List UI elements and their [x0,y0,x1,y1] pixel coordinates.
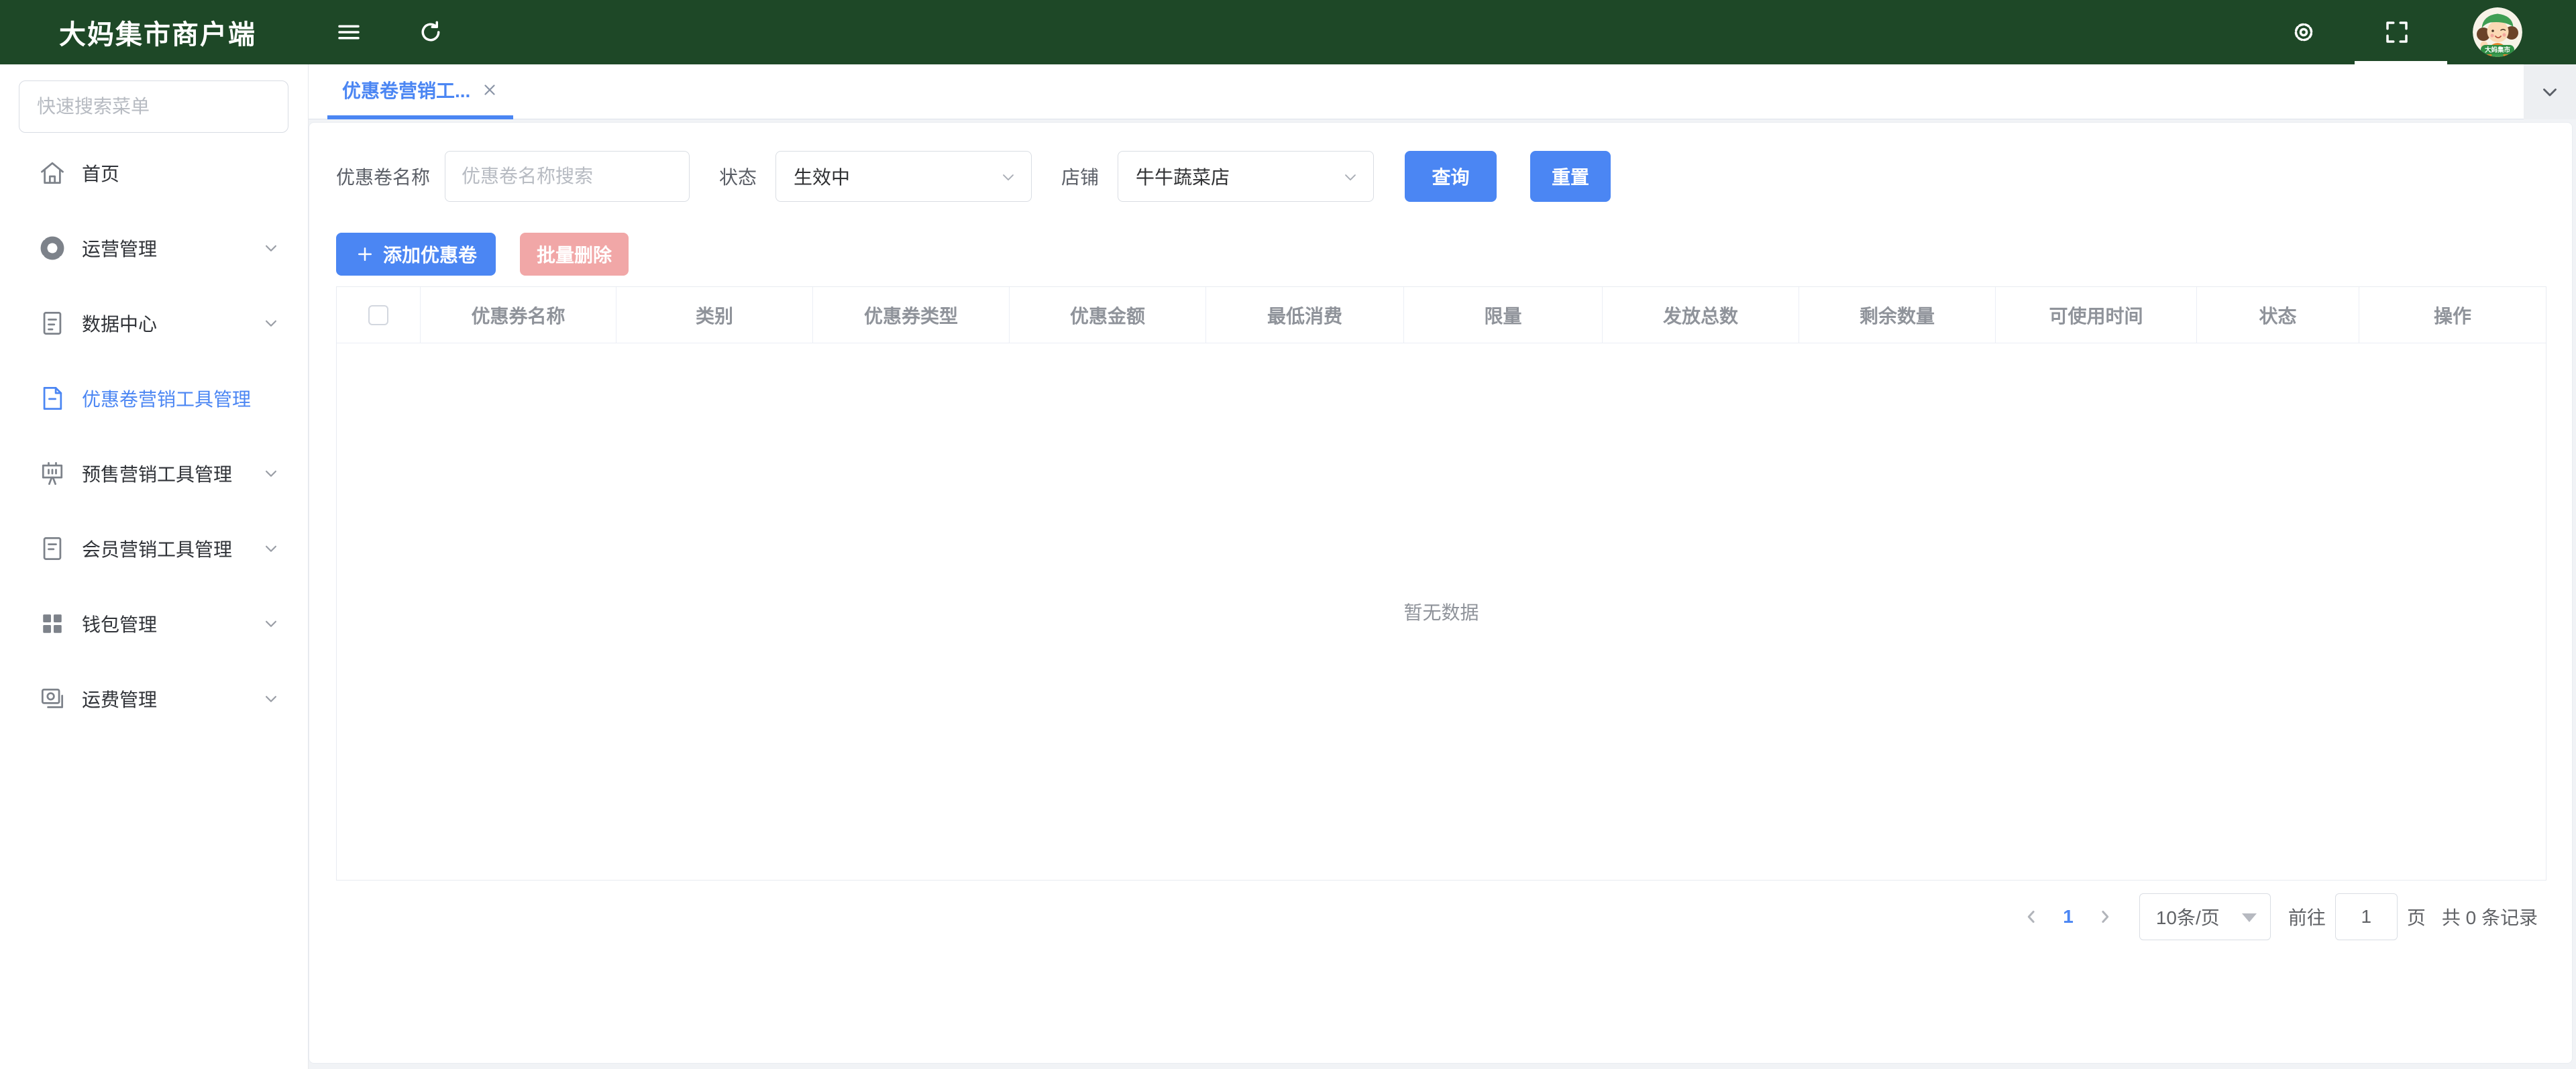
batch-delete-button[interactable]: 批量删除 [520,233,629,276]
user-avatar[interactable]: 大妈集市 [2473,7,2522,57]
hamburger-menu-icon[interactable] [333,17,364,48]
sidebar-item-1[interactable]: 运营管理 [0,211,308,286]
app: 大妈集市商户端 [0,0,2576,1069]
add-coupon-label: 添加优惠卷 [383,241,477,268]
pagination: 1 10条/页 前往 页 共 0 条记录 [336,893,2546,941]
coupon-table: 优惠券名称类别优惠券类型优惠金额最低消费限量发放总数剩余数量可使用时间状态操作 … [336,286,2546,881]
sidebar-menu: 首页运营管理数据中心优惠卷营销工具管理预售营销工具管理会员营销工具管理钱包管理运… [0,135,308,736]
avatar-banner-text: 大妈集市 [2485,46,2511,54]
home-icon [38,158,67,188]
total-records-text: 共 0 条记录 [2442,903,2538,930]
sidebar-item-0[interactable]: 首页 [0,135,308,211]
column-header-10: 操作 [2359,287,2546,343]
refresh-icon[interactable] [415,17,446,48]
menu-search-input[interactable] [19,80,288,133]
table-header-row: 优惠券名称类别优惠券类型优惠金额最低消费限量发放总数剩余数量可使用时间状态操作 [337,287,2546,343]
tab-close-icon[interactable] [481,81,498,99]
select-all-cell [337,287,421,343]
shop-label: 店铺 [1061,163,1099,190]
sidebar-item-3[interactable]: 优惠卷营销工具管理 [0,361,308,436]
column-header-4: 最低消费 [1206,287,1404,343]
app-header: 大妈集市商户端 [0,0,2576,64]
sidebar-item-label: 数据中心 [82,310,157,337]
tab-coupon-management[interactable]: 优惠卷营销工... [327,64,513,119]
column-header-2: 优惠券类型 [813,287,1010,343]
coupon-icon [38,384,67,413]
settings-gear-icon[interactable] [2288,17,2319,48]
column-header-1: 类别 [616,287,813,343]
chevron-down-icon [261,539,281,559]
table-body: 暂无数据 [337,343,2546,880]
coupon-name-label: 优惠卷名称 [336,163,430,190]
select-all-checkbox[interactable] [368,305,388,325]
prev-page-button[interactable] [2020,905,2043,928]
sidebar-item-label: 钱包管理 [82,610,157,637]
reset-button[interactable]: 重置 [1530,151,1611,202]
chevron-down-icon [261,689,281,709]
shop-select[interactable]: 牛牛蔬菜店 [1118,151,1374,202]
freight-icon [38,684,67,714]
tab-bar: 优惠卷营销工... [309,64,2576,119]
fullscreen-icon[interactable] [2381,17,2412,48]
goto-page-input[interactable] [2335,893,2398,940]
column-header-5: 限量 [1404,287,1603,343]
query-button[interactable]: 查询 [1405,151,1497,202]
sidebar-item-7[interactable]: 运费管理 [0,661,308,736]
chevron-down-icon [261,238,281,258]
app-title: 大妈集市商户端 [59,13,256,52]
page-size-value: 10条/页 [2156,903,2220,930]
sidebar-item-6[interactable]: 钱包管理 [0,586,308,661]
column-header-3: 优惠金额 [1010,287,1206,343]
page-unit-label: 页 [2407,903,2426,930]
chevron-right-icon [2095,907,2115,927]
empty-state-text: 暂无数据 [1403,598,1479,625]
column-header-7: 剩余数量 [1799,287,1996,343]
status-select-value: 生效中 [794,163,850,190]
sidebar-item-5[interactable]: 会员营销工具管理 [0,511,308,586]
sidebar-item-label: 运营管理 [82,235,157,262]
chevron-left-icon [2021,907,2041,927]
chevron-down-icon [2538,80,2561,103]
coupon-name-input[interactable] [445,151,690,202]
sidebar-item-4[interactable]: 预售营销工具管理 [0,436,308,511]
chevron-down-icon [261,313,281,333]
content-card: 优惠卷名称 状态 生效中 店铺 牛牛蔬菜店 查询 重置 [309,122,2573,1064]
column-header-0: 优惠券名称 [421,287,616,343]
tab-collapse-button[interactable] [2524,64,2576,119]
status-select[interactable]: 生效中 [775,151,1032,202]
action-toolbar: 添加优惠卷 批量删除 [336,233,2546,276]
wallet-icon [38,609,67,638]
add-coupon-button[interactable]: 添加优惠卷 [336,233,496,276]
tab-label: 优惠卷营销工... [342,76,470,103]
filter-row: 优惠卷名称 状态 生效中 店铺 牛牛蔬菜店 查询 重置 [336,151,2546,202]
next-page-button[interactable] [2094,905,2116,928]
chevron-down-icon [261,463,281,484]
sidebar-item-label: 首页 [82,160,119,186]
member-icon [38,534,67,563]
presale-icon [38,459,67,488]
dropdown-triangle-icon [2242,913,2257,922]
sidebar-item-2[interactable]: 数据中心 [0,286,308,361]
column-header-9: 状态 [2197,287,2359,343]
page-size-select[interactable]: 10条/页 [2139,893,2271,940]
sidebar-item-label: 会员营销工具管理 [82,535,232,562]
column-header-6: 发放总数 [1603,287,1799,343]
plus-icon [355,244,375,264]
sidebar-item-label: 优惠卷营销工具管理 [82,385,251,412]
goto-label: 前往 [2288,903,2326,930]
operations-icon [38,233,67,263]
data-center-icon [38,308,67,338]
chevron-down-icon [999,168,1018,186]
shop-select-value: 牛牛蔬菜店 [1136,163,1230,190]
page-number-1[interactable]: 1 [2063,906,2074,927]
sidebar: 首页运营管理数据中心优惠卷营销工具管理预售营销工具管理会员营销工具管理钱包管理运… [0,64,309,1069]
chevron-down-icon [1341,168,1360,186]
sidebar-item-label: 运费管理 [82,685,157,712]
chevron-down-icon [261,614,281,634]
sidebar-item-label: 预售营销工具管理 [82,460,232,487]
column-header-8: 可使用时间 [1996,287,2197,343]
status-label: 状态 [719,163,757,190]
